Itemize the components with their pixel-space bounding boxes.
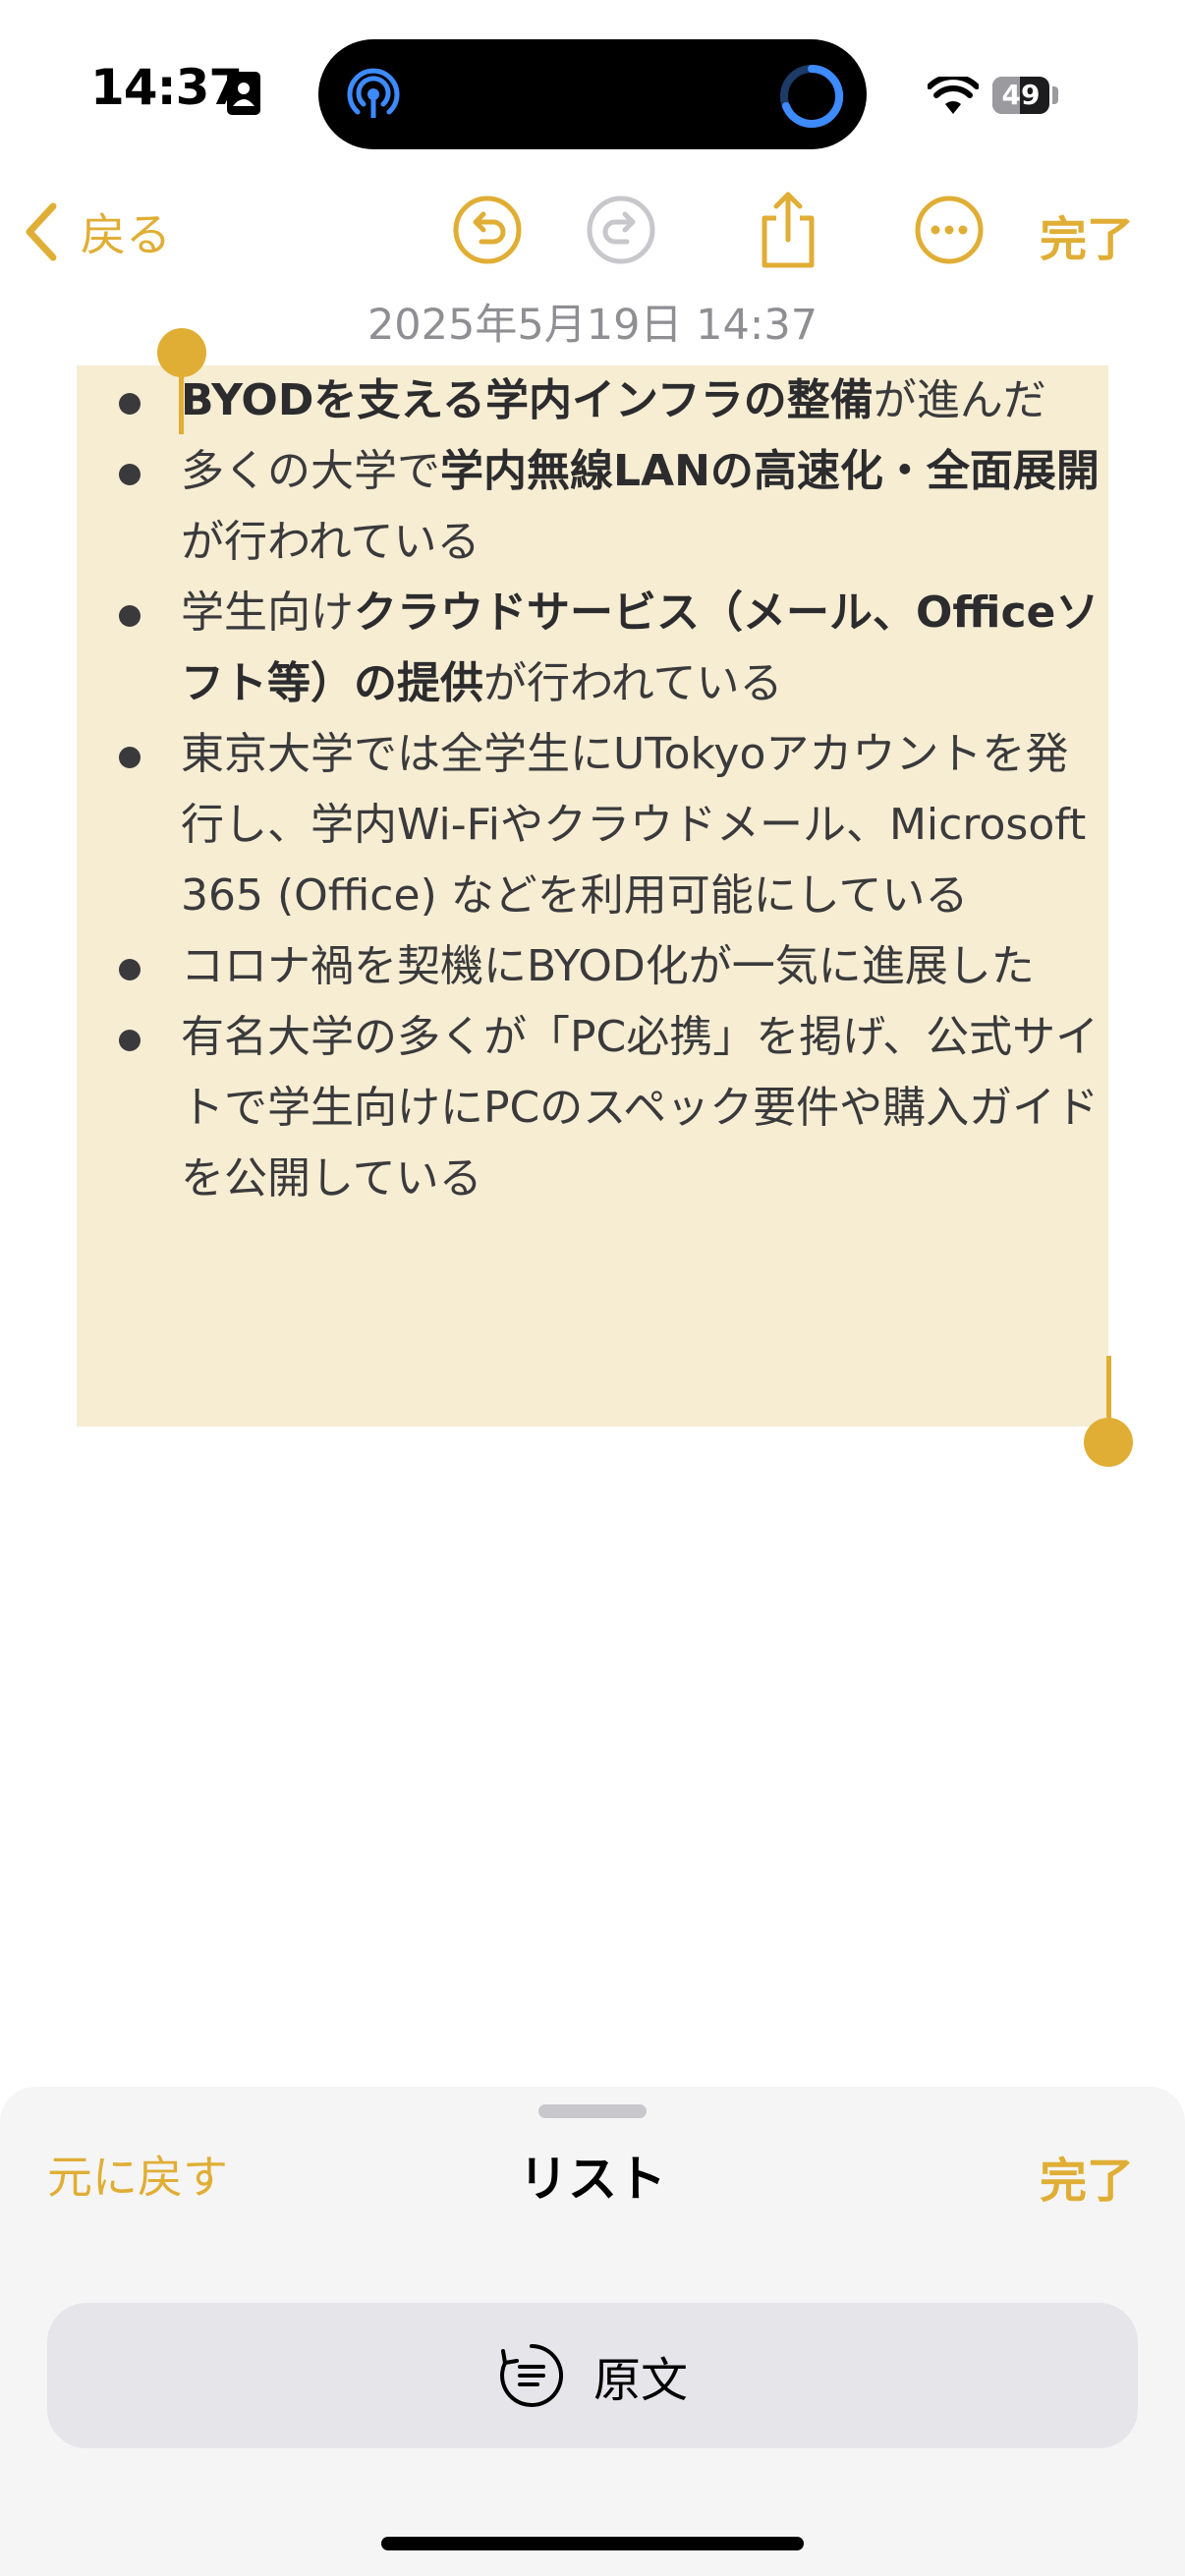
progress-spinner-icon [780, 64, 844, 128]
item-text: 有名大学の多くが「PC必携」を掲げ、公式サイトで学生向けにPCのスペック要件や購… [181, 1012, 1100, 1204]
airdrop-icon [347, 68, 400, 118]
bullet-icon [119, 747, 141, 768]
list-item[interactable]: 有名大学の多くが「PC必携」を掲げ、公式サイトで学生向けにPCのスペック要件や購… [0, 1002, 1185, 1214]
more-icon[interactable] [912, 193, 987, 267]
item-bold-text: 学内無線LANの高速化・全面展開 [440, 446, 1100, 496]
item-bold-text: BYODを支える学内インフラの整備 [181, 375, 874, 425]
show-original-button[interactable]: 原文 [47, 2303, 1138, 2448]
sheet-done-button[interactable]: 完了 [1040, 2142, 1134, 2211]
selection-start-handle[interactable] [157, 328, 206, 377]
list-item[interactable]: 東京大学では全学生にUTokyoアカウントを発行し、学内Wi-Fiやクラウドメー… [0, 719, 1185, 931]
battery-cap [1052, 86, 1058, 104]
share-icon[interactable] [751, 189, 825, 271]
back-label: 戻る [81, 208, 171, 261]
list-item[interactable]: 多くの大学で学内無線LANの高速化・全面展開が行われている [0, 436, 1185, 578]
battery-level: 49 [1001, 79, 1041, 111]
list-item[interactable]: コロナ禍を契機にBYOD化が一気に進展した [0, 931, 1185, 1002]
item-text: が進んだ [873, 375, 1046, 425]
redo-icon[interactable] [584, 193, 658, 267]
bullet-icon [119, 605, 141, 627]
contact-card-icon [227, 72, 260, 115]
item-text-before: 学生向け [181, 588, 354, 638]
undo-icon[interactable] [450, 193, 525, 267]
item-text: コロナ禍を契機にBYOD化が一気に進展した [181, 941, 1035, 991]
status-time: 14:37 [90, 59, 243, 116]
item-text-before: 多くの大学で [181, 446, 440, 496]
item-text: が行われている [181, 517, 480, 567]
item-text: 東京大学では全学生にUTokyoアカウントを発行し、学内Wi-Fiやクラウドメー… [181, 729, 1087, 921]
show-original-label: 原文 [592, 2353, 688, 2408]
bullet-icon [119, 393, 141, 415]
sheet-title: リスト [519, 2151, 666, 2208]
bullet-icon [119, 1030, 141, 1051]
home-indicator[interactable] [381, 2537, 804, 2550]
item-text: が行われている [483, 658, 783, 708]
rewind-text-icon [500, 2344, 563, 2407]
back-button[interactable]: 戻る [22, 193, 171, 271]
bullet-list[interactable]: BYODを支える学内インフラの整備が進んだ 多くの大学で学内無線LANの高速化・… [0, 365, 1185, 1214]
wifi-icon [928, 77, 979, 114]
bullet-icon [119, 959, 141, 980]
bullet-icon [119, 464, 141, 485]
sheet-grabber[interactable] [538, 2104, 647, 2118]
battery-indicator: 49 [992, 77, 1049, 114]
done-button[interactable]: 完了 [1040, 200, 1134, 269]
list-item[interactable]: 学生向けクラウドサービス（メール、Officeソフト等）の提供が行われている [0, 578, 1185, 719]
chevron-left-icon [26, 202, 57, 261]
selection-end-handle[interactable] [1084, 1418, 1133, 1467]
